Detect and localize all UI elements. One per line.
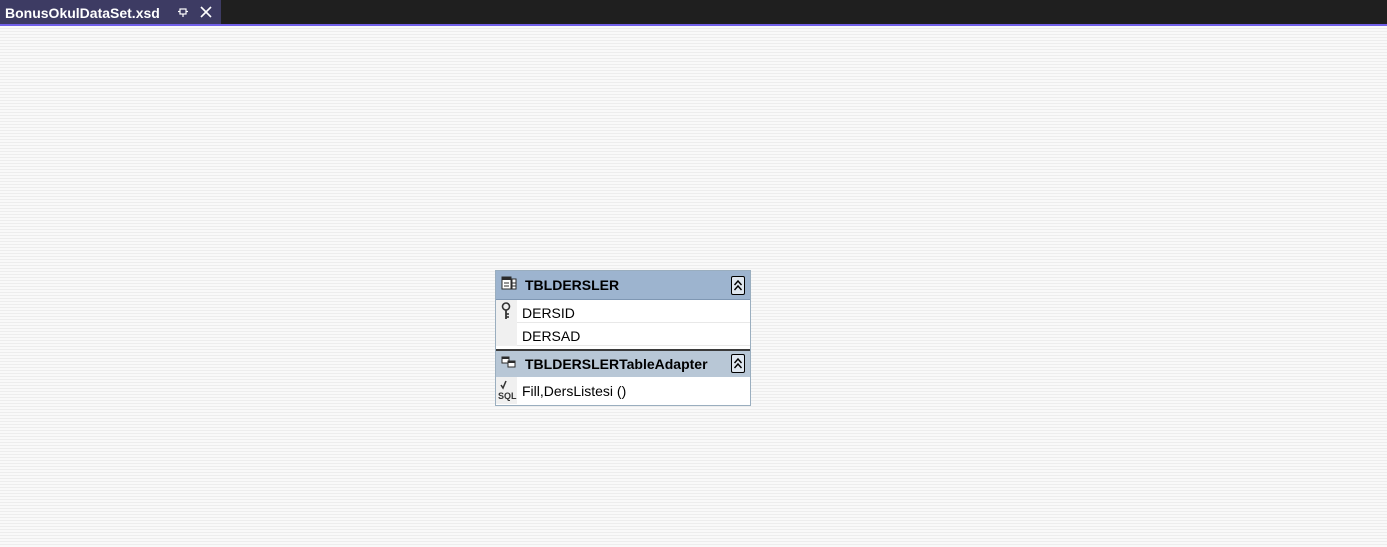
svg-text:SQL: SQL — [498, 391, 517, 401]
datatable-icon — [501, 276, 517, 290]
table-adapter-title: TBLDERSLERTableAdapter — [525, 356, 708, 372]
row-gutter — [496, 323, 517, 346]
collapse-icon[interactable] — [731, 276, 745, 295]
table-adapter-header[interactable]: TBLDERSLERTableAdapter — [496, 349, 750, 377]
collapse-icon[interactable] — [731, 354, 745, 373]
sql-query-icon: SQL — [497, 379, 517, 401]
query-row[interactable]: SQL Fill,DersListesi () — [496, 377, 750, 404]
datatable-title: TBLDERSLER — [525, 277, 620, 293]
column-row[interactable]: DERSAD — [496, 323, 750, 346]
datatable-TBLDERSLER[interactable]: TBLDERSLER DERSID DERSAD TBLDERSLERTable… — [495, 270, 751, 406]
pin-icon[interactable] — [176, 5, 190, 19]
column-name: DERSID — [522, 305, 575, 321]
column-row[interactable]: DERSID — [496, 300, 750, 323]
query-name: Fill,DersListesi () — [522, 383, 627, 399]
document-tab[interactable]: BonusOkulDataSet.xsd — [0, 0, 221, 25]
close-icon[interactable] — [199, 5, 213, 19]
table-adapter-icon — [501, 355, 517, 369]
document-tab-bar: BonusOkulDataSet.xsd — [0, 0, 1387, 25]
primary-key-icon — [501, 302, 513, 320]
tab-title: BonusOkulDataSet.xsd — [5, 4, 160, 21]
column-list: DERSID DERSAD — [496, 300, 750, 346]
column-name: DERSAD — [522, 328, 581, 344]
datatable-header[interactable]: TBLDERSLER — [496, 271, 750, 300]
